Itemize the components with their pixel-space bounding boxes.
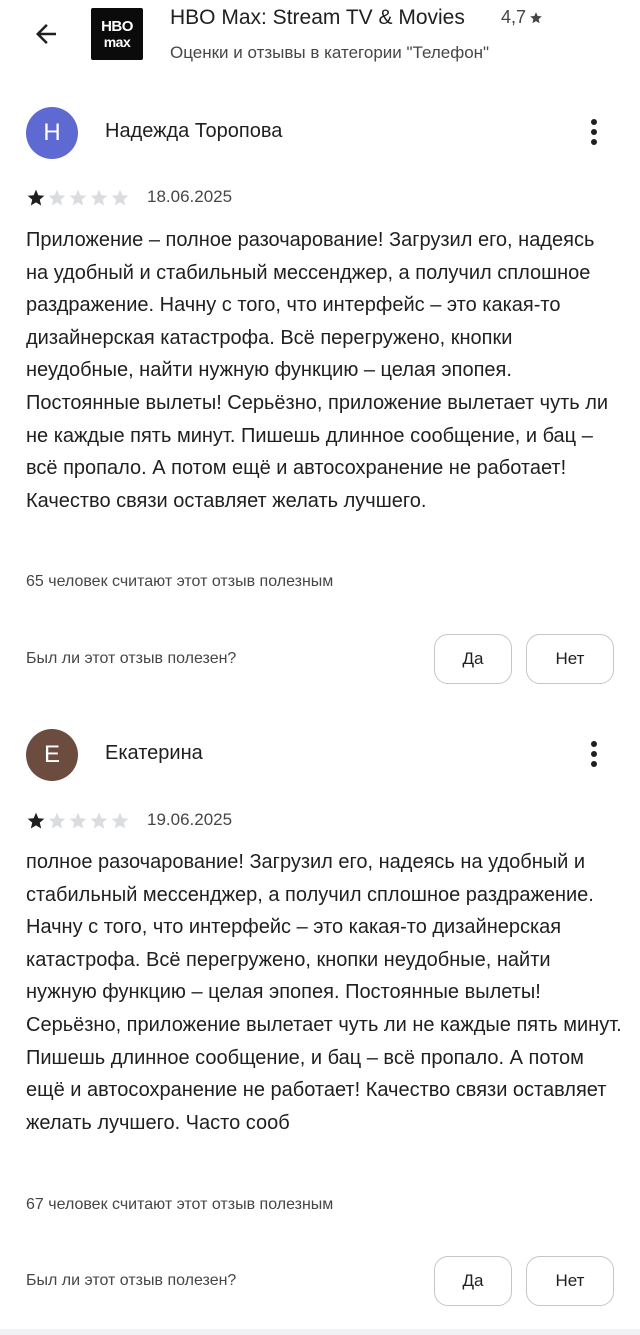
logo-line-2: max bbox=[103, 34, 131, 50]
app-rating: 4,7 bbox=[501, 7, 543, 28]
app-rating-value: 4,7 bbox=[501, 7, 527, 27]
logo-line-1: HBO bbox=[101, 18, 133, 35]
star-empty-icon bbox=[111, 812, 129, 829]
more-options-button[interactable] bbox=[580, 114, 608, 150]
star-empty-icon bbox=[48, 189, 66, 206]
star-empty-icon bbox=[48, 812, 66, 829]
star-empty-icon bbox=[111, 189, 129, 206]
star-empty-icon bbox=[69, 812, 87, 829]
review-date: 19.06.2025 bbox=[147, 810, 233, 829]
star-icon bbox=[530, 11, 542, 23]
more-options-button[interactable] bbox=[580, 736, 608, 772]
back-button[interactable] bbox=[26, 14, 66, 54]
app-logo: HBO max bbox=[91, 8, 143, 60]
page-subtitle: Оценки и отзывы в категории "Телефон" bbox=[170, 43, 490, 62]
more-vert-icon bbox=[591, 119, 597, 145]
review-author: Екатерина bbox=[105, 742, 203, 764]
helpful-yes-button[interactable]: Да bbox=[434, 634, 512, 684]
more-vert-icon bbox=[591, 741, 597, 767]
review-text: Приложение – полное разочарование! Загру… bbox=[26, 229, 609, 512]
avatar-letter: Н bbox=[43, 119, 61, 146]
helpful-no-button[interactable]: Нет bbox=[526, 1256, 614, 1306]
star-empty-icon bbox=[90, 189, 108, 206]
helpful-count: 67 человек считают этот отзыв полезным bbox=[26, 1196, 334, 1213]
star-rating bbox=[26, 811, 130, 831]
avatar: Е bbox=[26, 729, 78, 781]
helpful-yes-button[interactable]: Да bbox=[434, 1256, 512, 1306]
avatar: Н bbox=[26, 107, 78, 159]
arrow-left-icon bbox=[36, 24, 56, 44]
review-date: 18.06.2025 bbox=[147, 187, 233, 206]
star-empty-icon bbox=[90, 812, 108, 829]
helpful-question: Был ли этот отзыв полезен? bbox=[26, 1272, 237, 1289]
star-filled-icon bbox=[27, 812, 45, 829]
review-author: Надежда Торопова bbox=[105, 120, 283, 142]
star-empty-icon bbox=[69, 189, 87, 206]
avatar-letter: Е bbox=[43, 741, 60, 768]
bottom-edge bbox=[0, 1329, 640, 1335]
helpful-question: Был ли этот отзыв полезен? bbox=[26, 650, 237, 667]
helpful-count: 65 человек считают этот отзыв полезным bbox=[26, 573, 334, 590]
star-filled-icon bbox=[27, 189, 45, 206]
app-title: HBO Max: Stream TV & Movies bbox=[170, 6, 465, 29]
star-rating bbox=[26, 188, 130, 208]
review-text: полное разочарование! Загрузил его, наде… bbox=[26, 851, 622, 1134]
helpful-no-button[interactable]: Нет bbox=[526, 634, 614, 684]
app-header: HBO max HBO Max: Stream TV & Movies 4,7 … bbox=[0, 0, 640, 80]
